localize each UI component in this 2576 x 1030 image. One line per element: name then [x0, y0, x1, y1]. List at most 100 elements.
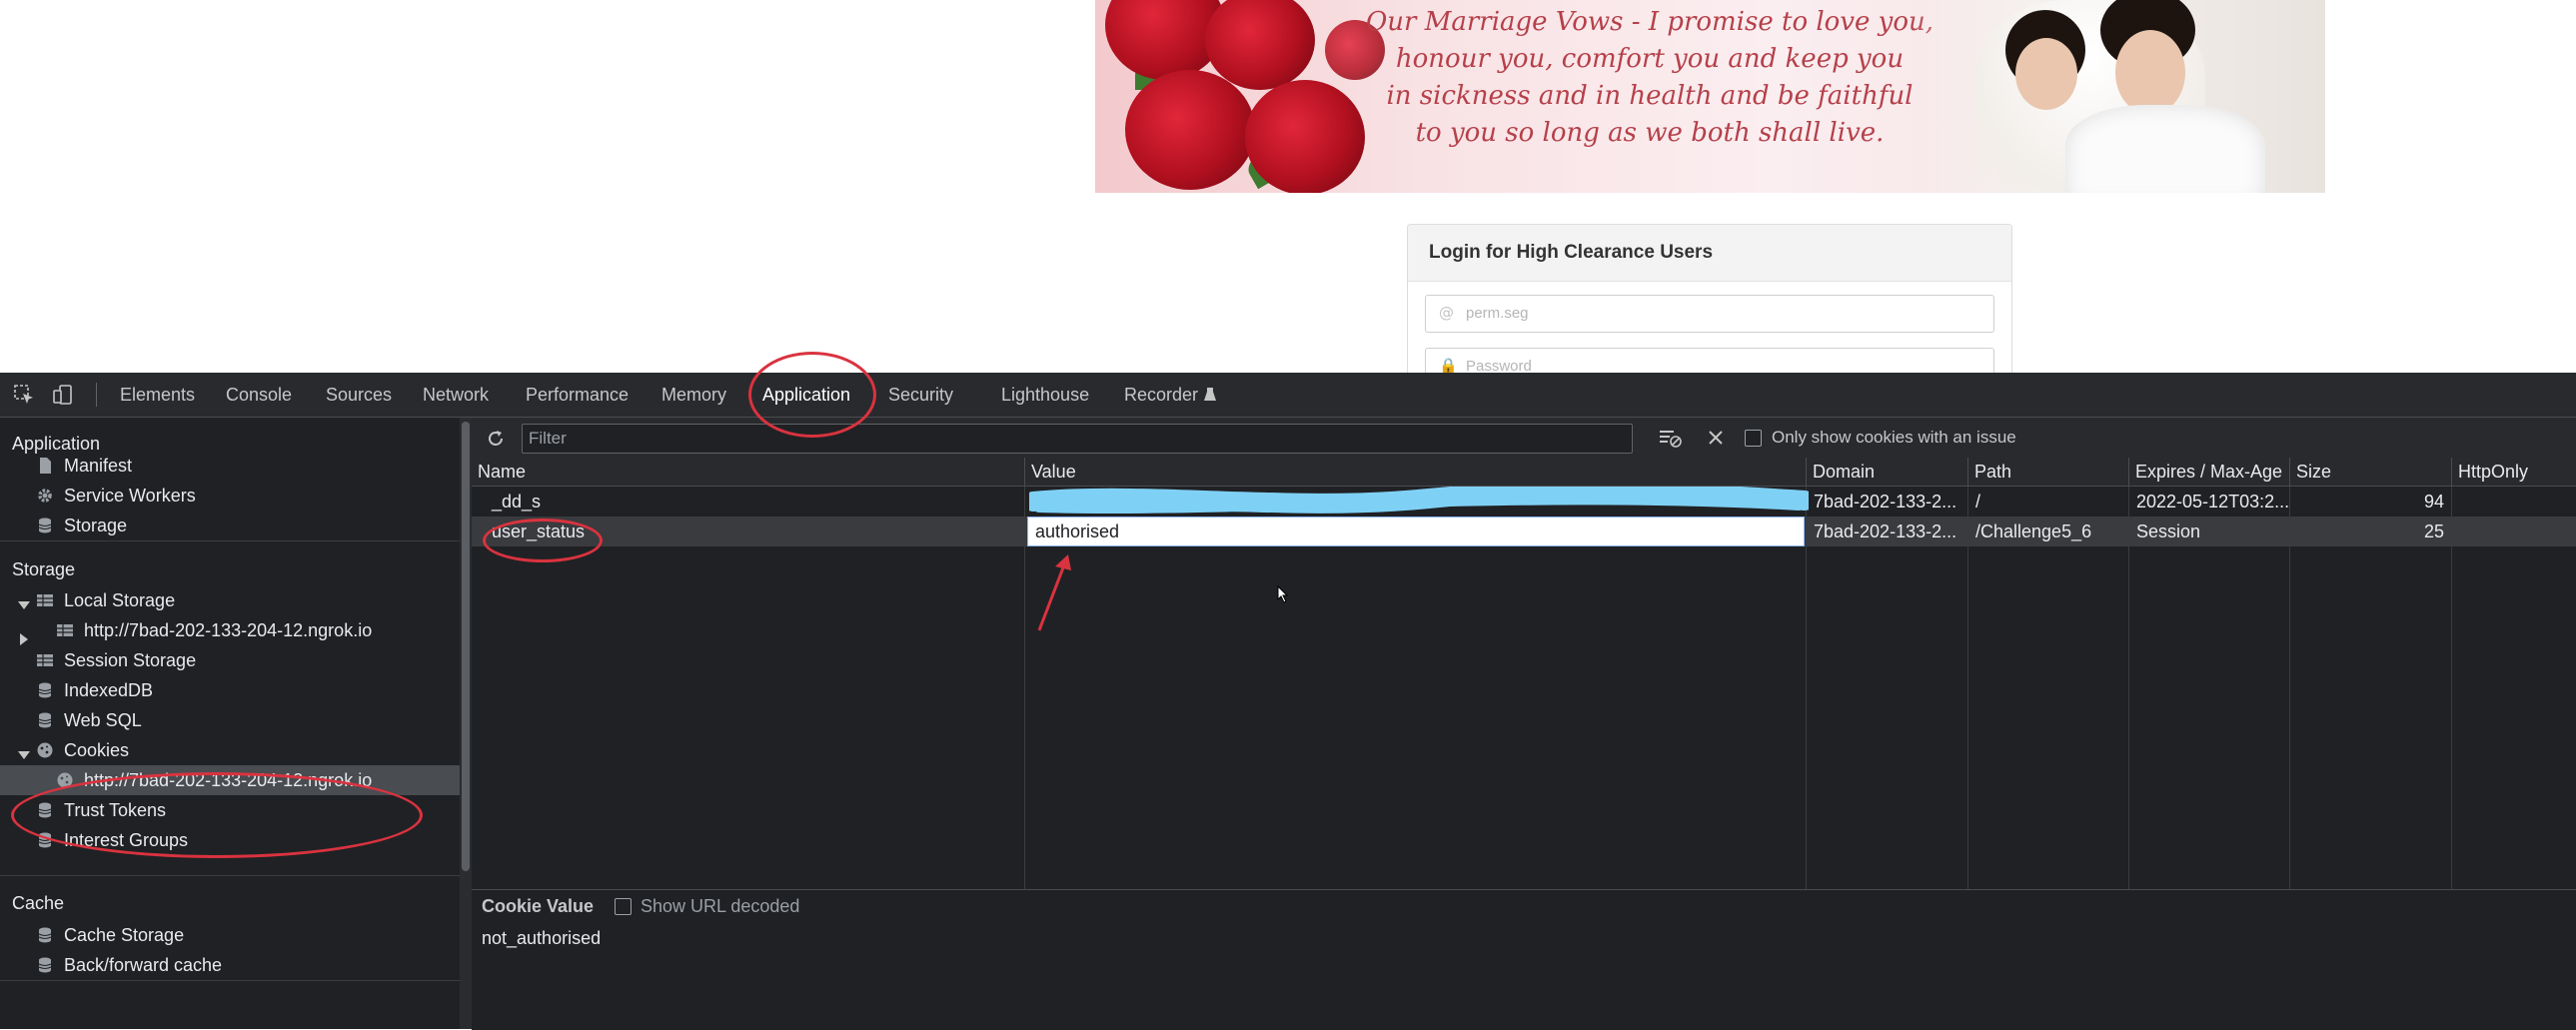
cookie-value-detail: not_authorised	[482, 928, 602, 948]
col-header-value[interactable]: Value	[1025, 458, 1807, 487]
wedding-banner: Our Marriage Vows - I promise to love yo…	[1095, 0, 2325, 193]
filter-input[interactable]: Filter	[522, 424, 1633, 454]
collapsed-triangle-icon[interactable]	[20, 633, 28, 645]
tab-elements[interactable]: Elements	[120, 385, 195, 406]
sidebar-item-storage[interactable]: Storage	[36, 511, 127, 540]
tab-performance[interactable]: Performance	[526, 385, 629, 406]
vow-line: in sickness and in health and be faithfu…	[1386, 81, 1914, 111]
cookie-size: 94	[2423, 492, 2444, 512]
sidebar-item-label: http://7bad-202-133-204-12.ngrok.io	[84, 770, 373, 790]
sidebar-item-cookies[interactable]: Cookies	[36, 735, 129, 765]
sidebar-item-cache-storage[interactable]: Cache Storage	[36, 920, 184, 950]
file-icon	[40, 458, 51, 474]
sidebar-item-session-storage[interactable]: Session Storage	[36, 645, 196, 675]
scrollbar-thumb[interactable]	[462, 422, 470, 871]
vow-line: honour you, comfort you and keep you	[1395, 44, 1905, 74]
vow-line: Our Marriage Vows - I promise to love yo…	[1365, 7, 1934, 37]
clear-filtered-cookies-icon[interactable]	[1659, 428, 1683, 448]
sidebar-item-label: Cookies	[64, 740, 130, 760]
table-icon	[37, 594, 53, 606]
col-header-expires[interactable]: Expires / Max-Age	[2129, 458, 2290, 487]
cookie-name: _dd_s	[492, 492, 542, 512]
cookie-expires: Session	[2136, 521, 2201, 541]
cookie-domain: 7bad-202-133-2...	[1814, 521, 1957, 541]
tab-memory[interactable]: Memory	[661, 385, 726, 406]
tab-application[interactable]: Application	[762, 385, 850, 406]
sidebar-item-label: Service Workers	[64, 486, 196, 506]
cookie-icon	[57, 772, 73, 788]
table-row[interactable]: user_status authorised 7bad-202-133-2...…	[472, 516, 2576, 546]
at-icon: @	[1439, 304, 1454, 322]
sidebar-item-label: Cache Storage	[64, 925, 185, 945]
show-url-decoded-label: Show URL decoded	[641, 896, 800, 916]
password-input[interactable]: 🔒 Password	[1425, 348, 1994, 373]
cookies-toolbar: Filter Only show cookies with an issue	[472, 418, 2576, 459]
cookie-size: 25	[2423, 521, 2444, 541]
sidebar-item-trust-tokens[interactable]: Trust Tokens	[36, 795, 166, 825]
tab-security[interactable]: Security	[888, 385, 953, 406]
show-url-decoded-checkbox[interactable]	[615, 898, 632, 915]
sidebar-item-indexeddb[interactable]: IndexedDB	[36, 675, 153, 705]
sidebar-item-interest-groups[interactable]: Interest Groups	[36, 825, 188, 855]
col-header-httponly[interactable]: HttpOnly	[2452, 458, 2576, 487]
devtools-panel: Elements Console Sources Network Perform…	[0, 373, 2576, 1030]
sidebar-item-local-storage-origin[interactable]: http://7bad-202-133-204-12.ngrok.io	[56, 615, 372, 645]
tab-network[interactable]: Network	[423, 385, 489, 406]
sidebar-scrollbar[interactable]	[460, 418, 472, 1029]
cookie-value-editor[interactable]: authorised	[1027, 516, 1805, 546]
only-issue-label: Only show cookies with an issue	[1772, 428, 2016, 447]
sidebar-item-label: Session Storage	[64, 650, 197, 670]
sidebar-item-back-forward-cache[interactable]: Back/forward cache	[36, 950, 222, 980]
tab-sources[interactable]: Sources	[326, 385, 392, 406]
tab-recorder[interactable]: Recorder	[1124, 385, 1198, 406]
tab-lighthouse[interactable]: Lighthouse	[1001, 385, 1089, 406]
username-input[interactable]: @ perm.seg	[1425, 295, 1994, 333]
cookie-value-label: Cookie Value	[482, 896, 595, 916]
sidebar-item-cookies-origin[interactable]: http://7bad-202-133-204-12.ngrok.io	[0, 765, 460, 795]
database-icon	[38, 957, 52, 973]
col-header-size[interactable]: Size	[2290, 458, 2452, 487]
sidebar-item-label: Local Storage	[64, 590, 176, 610]
password-placeholder: Password	[1466, 358, 1532, 373]
cookie-path: /Challenge5_6	[1975, 521, 2092, 541]
inspect-element-icon[interactable]	[13, 384, 35, 406]
sidebar-item-label: http://7bad-202-133-204-12.ngrok.io	[84, 620, 373, 640]
sidebar-item-label: Storage	[64, 515, 128, 535]
filter-placeholder: Filter	[529, 429, 567, 448]
lock-icon: 🔒	[1439, 357, 1458, 373]
table-row[interactable]: _dd_s 7bad-202-133-2... / 2022-05-12T03:…	[472, 487, 2576, 516]
web-page: Our Marriage Vows - I promise to love yo…	[0, 0, 2576, 373]
device-toolbar-icon[interactable]	[52, 384, 74, 406]
database-icon	[38, 832, 52, 848]
database-icon	[38, 682, 52, 698]
delete-cookie-icon[interactable]	[1707, 429, 1725, 447]
tab-console[interactable]: Console	[226, 385, 292, 406]
sidebar-item-manifest[interactable]: Manifest	[36, 451, 132, 481]
cookie-icon	[37, 742, 53, 758]
cookies-table: Name Value Domain Path Expires / Max-Age…	[472, 458, 2576, 889]
expand-triangle-icon[interactable]	[18, 601, 30, 609]
sidebar-item-websql[interactable]: Web SQL	[36, 705, 142, 735]
gear-icon	[38, 489, 52, 503]
sidebar-item-label: Interest Groups	[64, 830, 189, 850]
sidebar-item-label: Web SQL	[64, 710, 142, 730]
cookie-domain: 7bad-202-133-2...	[1814, 492, 1957, 512]
annotation-arrow	[1037, 554, 1071, 631]
login-header: Login for High Clearance Users	[1408, 225, 2011, 282]
cookie-value-edit-text: authorised	[1035, 521, 1120, 541]
expand-triangle-icon[interactable]	[18, 751, 30, 759]
database-icon	[38, 802, 52, 818]
sidebar-item-service-workers[interactable]: Service Workers	[36, 481, 196, 511]
table-icon	[37, 654, 53, 666]
sidebar-item-label: Back/forward cache	[64, 955, 223, 975]
col-header-path[interactable]: Path	[1968, 458, 2129, 487]
sidebar-item-local-storage[interactable]: Local Storage	[36, 585, 175, 615]
database-icon	[38, 927, 52, 943]
cookies-pane: Filter Only show cookies with an issue N…	[472, 418, 2576, 1030]
col-header-domain[interactable]: Domain	[1807, 458, 1968, 487]
refresh-icon[interactable]	[486, 429, 506, 449]
vow-text: Our Marriage Vows - I promise to love yo…	[1360, 4, 1939, 152]
col-header-name[interactable]: Name	[472, 458, 1025, 487]
cookie-path: /	[1975, 492, 1981, 512]
only-issue-checkbox[interactable]	[1745, 430, 1762, 447]
